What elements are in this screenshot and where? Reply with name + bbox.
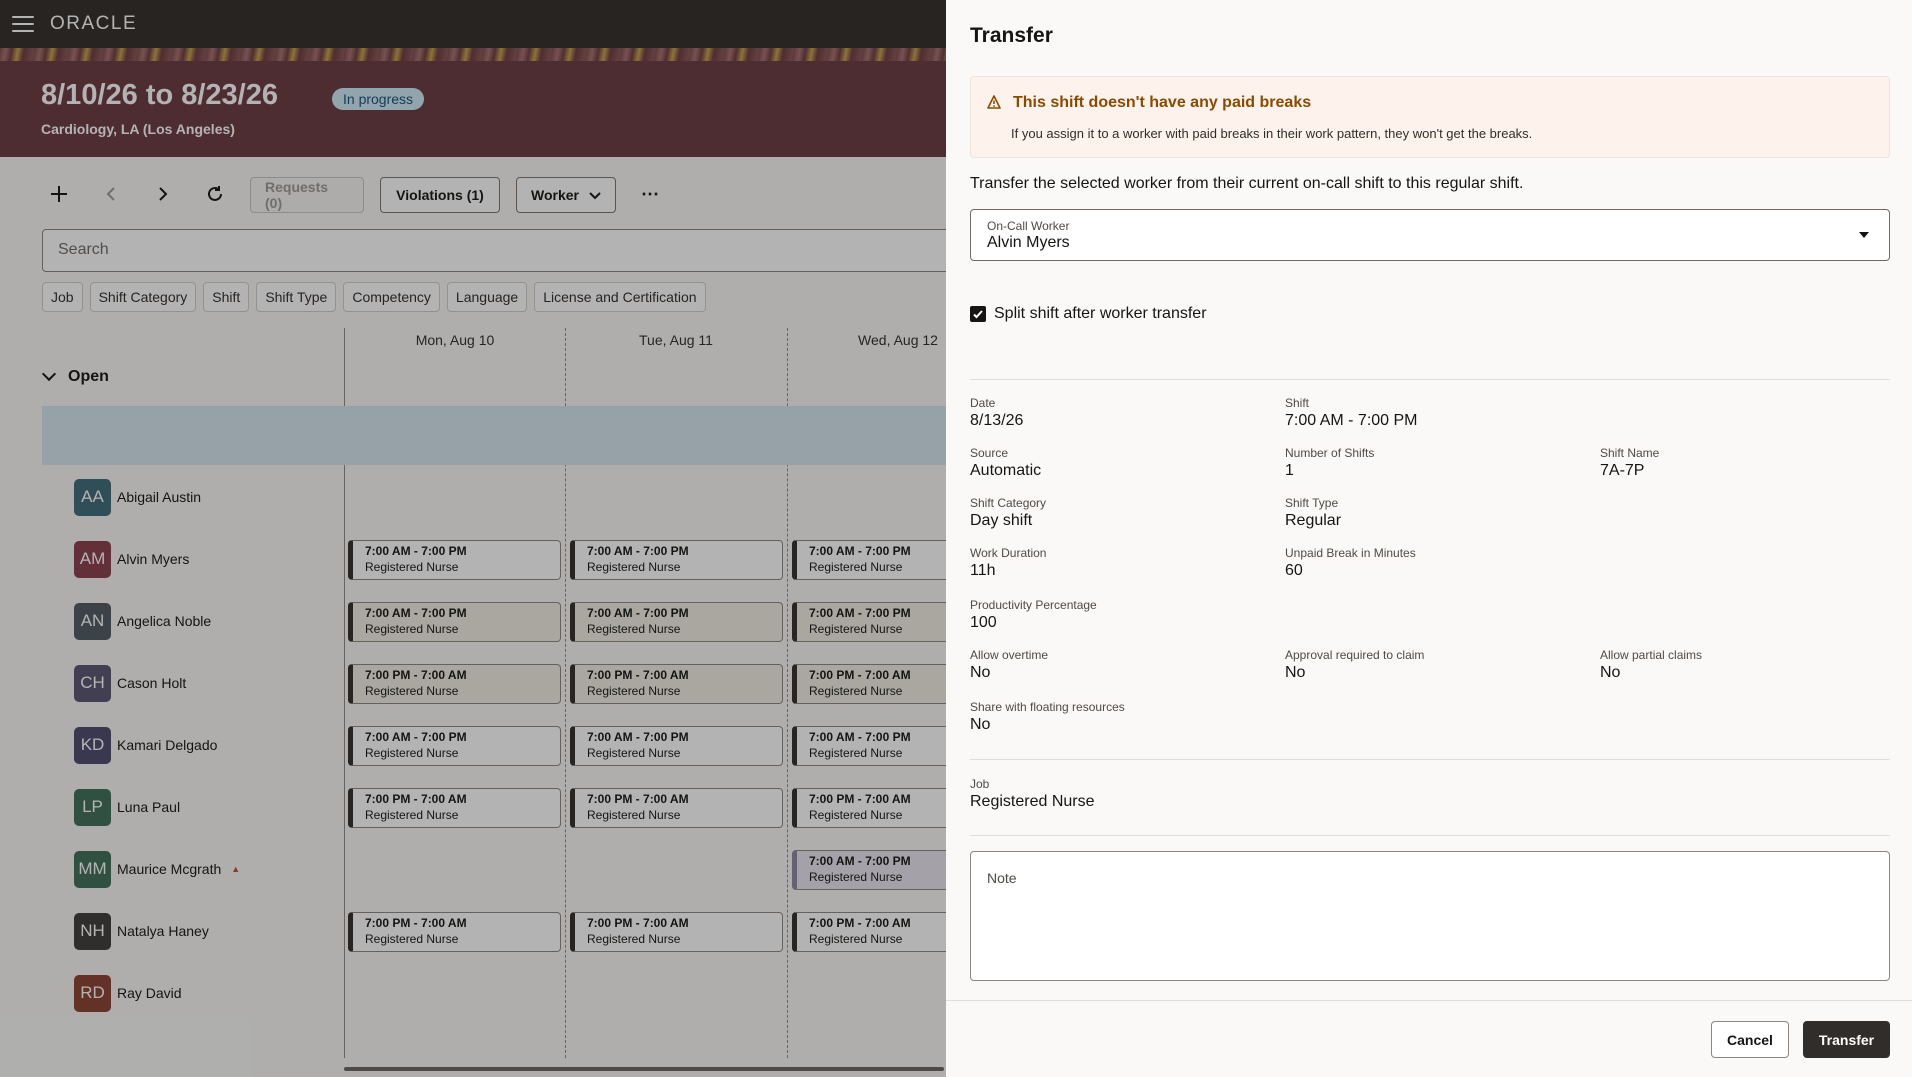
drawer-title: Transfer	[970, 24, 1053, 47]
field-value: 11h	[970, 562, 996, 579]
on-call-worker-select[interactable]: On-Call Worker Alvin Myers	[970, 209, 1890, 261]
field-date: Date 8/13/26	[970, 396, 1270, 430]
divider	[970, 379, 1890, 380]
split-shift-option[interactable]: Split shift after worker transfer	[970, 305, 1207, 323]
field-label: Unpaid Break in Minutes	[1285, 546, 1416, 560]
field-productivity: Productivity Percentage 100	[970, 598, 1270, 632]
transfer-instructions: Transfer the selected worker from their …	[970, 175, 1524, 192]
cancel-button[interactable]: Cancel	[1711, 1021, 1789, 1058]
field-value: 100	[970, 614, 997, 631]
field-label: Work Duration	[970, 546, 1047, 560]
field-label: Date	[970, 396, 996, 410]
field-label: Shift Name	[1600, 446, 1660, 460]
field-value: Automatic	[970, 462, 1042, 479]
on-call-worker-label: On-Call Worker	[987, 219, 1070, 233]
field-label: Share with floating resources	[970, 700, 1125, 714]
field-label: Shift Type	[1285, 496, 1339, 510]
transfer-button[interactable]: Transfer	[1803, 1021, 1890, 1058]
field-approval-required: Approval required to claim No	[1285, 648, 1585, 682]
field-label: Shift Category	[970, 496, 1047, 510]
field-value: Regular	[1285, 512, 1342, 529]
field-label: Allow partial claims	[1600, 648, 1703, 662]
field-label: Number of Shifts	[1285, 446, 1375, 460]
field-value: Day shift	[970, 512, 1033, 529]
modal-overlay[interactable]	[0, 0, 946, 1077]
field-shift: Shift 7:00 AM - 7:00 PM	[1285, 396, 1585, 430]
alert-title: This shift doesn't have any paid breaks	[1013, 94, 1312, 111]
caret-down-icon	[1859, 232, 1869, 238]
field-value: 8/13/26	[970, 412, 1024, 429]
field-label: Job	[970, 777, 990, 791]
field-shift-category: Shift Category Day shift	[970, 496, 1270, 530]
field-value: 7:00 AM - 7:00 PM	[1285, 412, 1418, 429]
footer-divider	[946, 1000, 1912, 1001]
divider	[970, 759, 1890, 760]
field-value: No	[970, 664, 991, 681]
field-label: Approval required to claim	[1285, 648, 1425, 662]
field-label: Allow overtime	[970, 648, 1049, 662]
split-shift-checkbox[interactable]	[970, 306, 986, 322]
field-label: Productivity Percentage	[970, 598, 1097, 612]
field-allow-partial-claims: Allow partial claims No	[1600, 648, 1900, 682]
note-label: Note	[987, 870, 1017, 886]
warning-alert: This shift doesn't have any paid breaks …	[970, 76, 1890, 158]
field-shift-type: Shift Type Regular	[1285, 496, 1585, 530]
field-work-duration: Work Duration 11h	[970, 546, 1270, 580]
field-shift-name: Shift Name 7A-7P	[1600, 446, 1900, 480]
note-textarea[interactable]: Note	[970, 851, 1890, 981]
transfer-drawer: Transfer This shift doesn't have any pai…	[946, 0, 1912, 1077]
field-job: Job Registered Nurse	[970, 777, 1270, 811]
field-label: Shift	[1285, 396, 1310, 410]
field-value: 60	[1285, 562, 1303, 579]
field-value: 1	[1285, 462, 1294, 479]
checkmark-icon	[973, 310, 983, 319]
warning-icon	[987, 95, 1001, 109]
field-value: No	[1285, 664, 1306, 681]
field-allow-overtime: Allow overtime No	[970, 648, 1270, 682]
field-value: Registered Nurse	[970, 793, 1095, 810]
field-unpaid-break: Unpaid Break in Minutes 60	[1285, 546, 1585, 580]
field-number-of-shifts: Number of Shifts 1	[1285, 446, 1585, 480]
divider	[970, 835, 1890, 836]
on-call-worker-value: Alvin Myers	[987, 234, 1070, 251]
split-shift-label: Split shift after worker transfer	[994, 305, 1207, 322]
field-source: Source Automatic	[970, 446, 1270, 480]
alert-text: If you assign it to a worker with paid b…	[1011, 126, 1533, 141]
field-value: No	[970, 716, 991, 733]
field-label: Source	[970, 446, 1009, 460]
field-value: 7A-7P	[1600, 462, 1645, 479]
field-value: No	[1600, 664, 1621, 681]
field-share-floating: Share with floating resources No	[970, 700, 1270, 734]
